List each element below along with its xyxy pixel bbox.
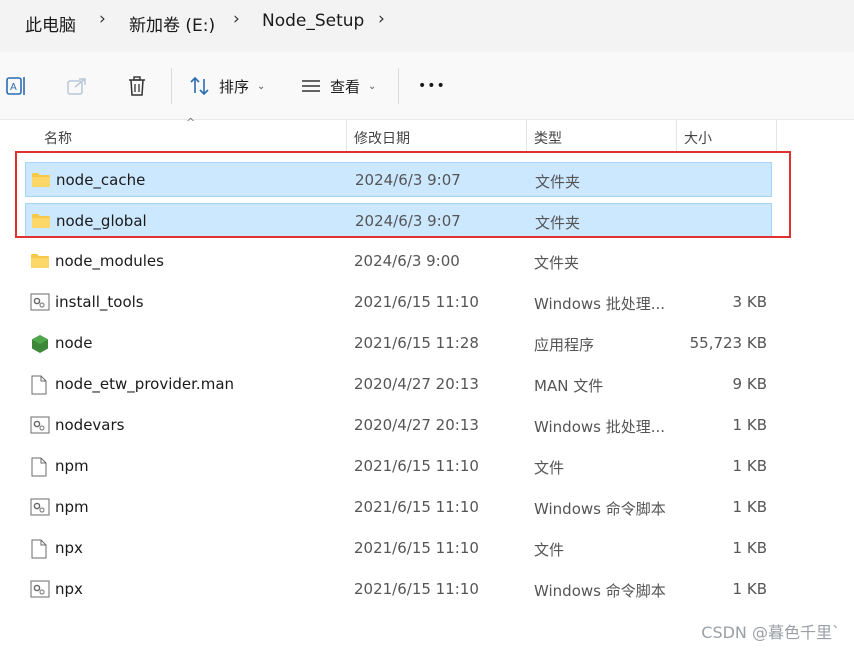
- view-label: 查看: [330, 77, 361, 96]
- batch-file-icon: [30, 498, 50, 516]
- file-size: 3 KB: [732, 293, 767, 311]
- breadcrumb-separator[interactable]: ›: [378, 9, 385, 29]
- more-options-button[interactable]: •••: [418, 66, 446, 106]
- file-row[interactable]: install_tools 2021/6/15 11:10 Windows 批处理.…: [25, 285, 772, 320]
- file-modified-date: 2021/6/15 11:10: [354, 293, 479, 311]
- file-row[interactable]: node_etw_provider.man 2020/4/27 20:13 MAN …: [25, 367, 772, 402]
- file-name: npx: [55, 539, 83, 557]
- file-icon: [30, 457, 50, 477]
- rename-icon: A: [6, 77, 25, 95]
- toolbar-divider: [171, 68, 172, 104]
- file-type: Windows 批处理...: [534, 418, 666, 436]
- file-size: 1 KB: [732, 539, 767, 557]
- column-header-name[interactable]: 名称: [44, 128, 72, 148]
- file-row[interactable]: npm 2021/6/15 11:10 文件 1 KB: [25, 449, 772, 484]
- file-modified-date: 2020/4/27 20:13: [354, 375, 479, 393]
- sort-ascending-icon: ^: [186, 116, 196, 129]
- chevron-down-icon: ⌄: [257, 80, 266, 92]
- column-divider[interactable]: [676, 120, 677, 152]
- more-icon: •••: [418, 78, 446, 94]
- chevron-down-icon: ⌄: [368, 80, 377, 92]
- view-button[interactable]: 查看 ⌄: [300, 66, 376, 106]
- file-row[interactable]: node_modules 2024/6/3 9:00 文件夹: [25, 244, 772, 279]
- file-type: Windows 批处理...: [534, 295, 666, 313]
- column-divider[interactable]: [776, 120, 777, 152]
- file-name: install_tools: [55, 293, 144, 311]
- share-icon: [67, 78, 86, 95]
- file-row[interactable]: npx 2021/6/15 11:10 Windows 命令脚本 1 KB: [25, 572, 772, 607]
- file-modified-date: 2024/6/3 9:00: [354, 252, 460, 270]
- file-modified-date: 2021/6/15 11:10: [354, 580, 479, 598]
- file-modified-date: 2021/6/15 11:10: [354, 498, 479, 516]
- file-type: MAN 文件: [534, 377, 604, 395]
- file-size: 1 KB: [732, 498, 767, 516]
- file-name: node_modules: [55, 252, 164, 270]
- file-row[interactable]: node 2021/6/15 11:28 应用程序 55,723 KB: [25, 326, 772, 361]
- file-row[interactable]: npm 2021/6/15 11:10 Windows 命令脚本 1 KB: [25, 490, 772, 525]
- file-type: 文件: [534, 459, 565, 477]
- breadcrumb-item-this-pc[interactable]: 此电脑: [25, 11, 76, 36]
- file-type: Windows 命令脚本: [534, 582, 666, 600]
- file-name: nodevars: [55, 416, 125, 434]
- svg-text:A: A: [10, 82, 17, 93]
- toolbar-divider: [398, 68, 399, 104]
- file-type: Windows 命令脚本: [534, 500, 666, 518]
- file-type: 文件夹: [534, 254, 580, 272]
- command-bar: A 排序 ⌄ 查看 ⌄ •••: [0, 52, 854, 120]
- file-size: 1 KB: [732, 457, 767, 475]
- breadcrumb-separator[interactable]: ›: [233, 9, 240, 29]
- rename-button[interactable]: A: [4, 66, 28, 106]
- file-name: npm: [55, 457, 89, 475]
- column-header-row: ^ 名称 修改日期 类型 大小: [0, 116, 854, 152]
- file-name: node_etw_provider.man: [55, 375, 235, 393]
- file-modified-date: 2021/6/15 11:10: [354, 457, 479, 475]
- sort-button[interactable]: 排序 ⌄: [189, 66, 265, 106]
- file-row[interactable]: npx 2021/6/15 11:10 文件 1 KB: [25, 531, 772, 566]
- column-header-type[interactable]: 类型: [534, 128, 562, 148]
- batch-file-icon: [30, 580, 50, 598]
- node-app-icon: [30, 334, 50, 353]
- batch-file-icon: [30, 416, 50, 434]
- highlight-annotation-box: [15, 151, 791, 238]
- file-modified-date: 2020/4/27 20:13: [354, 416, 479, 434]
- file-size: 9 KB: [732, 375, 767, 393]
- file-size: 55,723 KB: [689, 334, 767, 352]
- file-name: npx: [55, 580, 83, 598]
- file-size: 1 KB: [732, 416, 767, 434]
- breadcrumb-item-node-setup[interactable]: Node_Setup: [262, 11, 364, 31]
- watermark: CSDN @暮色千里`: [701, 623, 840, 642]
- column-divider[interactable]: [346, 120, 347, 152]
- sort-label: 排序: [219, 77, 250, 96]
- column-header-date[interactable]: 修改日期: [354, 128, 410, 148]
- view-list-icon: [302, 80, 320, 92]
- file-modified-date: 2021/6/15 11:10: [354, 539, 479, 557]
- share-button[interactable]: [66, 66, 88, 106]
- folder-icon: [30, 252, 50, 270]
- delete-button[interactable]: [126, 66, 148, 106]
- file-type: 文件: [534, 541, 565, 559]
- file-type: 应用程序: [534, 336, 595, 354]
- file-row[interactable]: nodevars 2020/4/27 20:13 Windows 批处理... 1 K…: [25, 408, 772, 443]
- sort-icon: [190, 76, 209, 96]
- file-icon: [30, 375, 50, 395]
- column-header-size[interactable]: 大小: [684, 128, 712, 148]
- file-size: 1 KB: [732, 580, 767, 598]
- file-name: node: [55, 334, 93, 352]
- file-modified-date: 2021/6/15 11:28: [354, 334, 479, 352]
- trash-icon: [129, 76, 145, 96]
- batch-file-icon: [30, 293, 50, 311]
- file-name: npm: [55, 498, 89, 516]
- breadcrumb-separator[interactable]: ›: [99, 9, 106, 29]
- breadcrumb-item-drive-e[interactable]: 新加卷 (E:): [129, 11, 215, 36]
- file-icon: [30, 539, 50, 559]
- column-divider[interactable]: [526, 120, 527, 152]
- breadcrumb: 此电脑 › 新加卷 (E:) › Node_Setup ›: [0, 0, 854, 52]
